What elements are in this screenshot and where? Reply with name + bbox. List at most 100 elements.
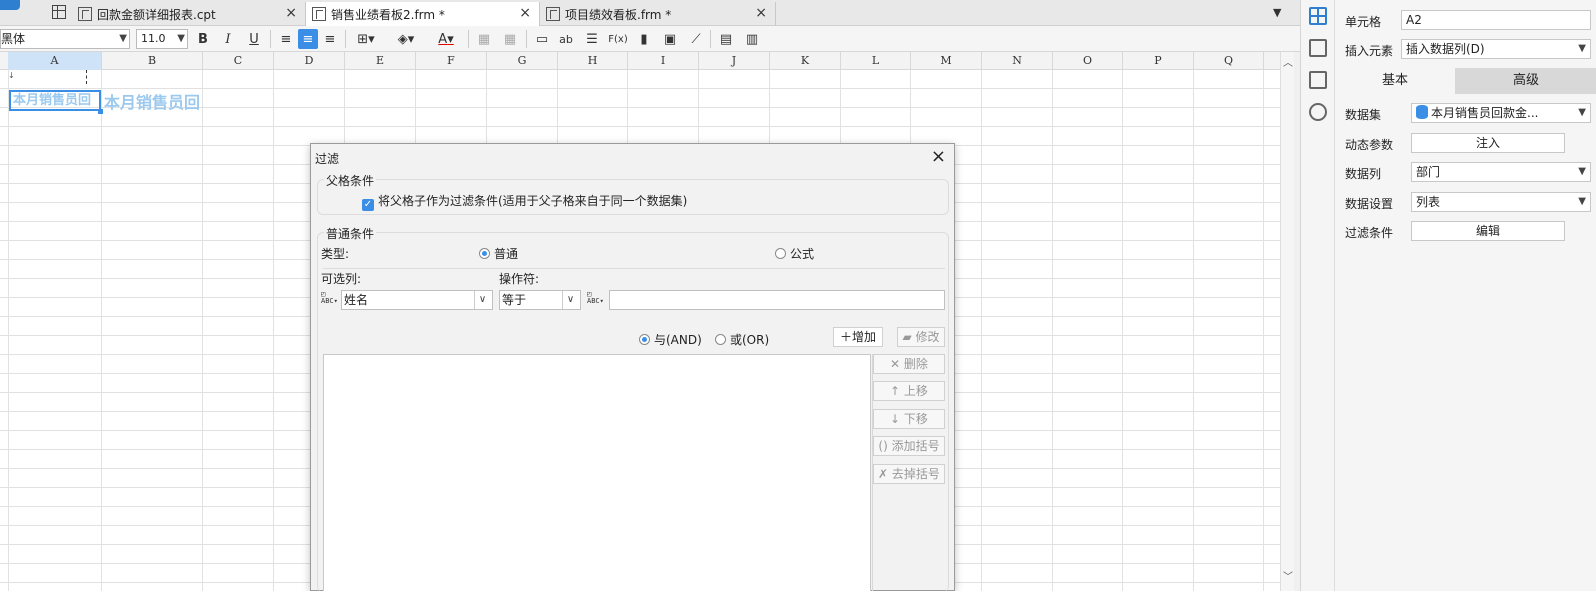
align-right-icon[interactable]: ≡ [320,29,340,49]
merge-cells-icon[interactable]: ▦ [474,29,494,49]
column-header-l[interactable]: L [841,52,911,70]
close-icon[interactable]: × [285,5,297,21]
add-button[interactable]: ＋增加 [833,327,883,347]
column-header-b[interactable]: B [102,52,203,70]
selected-cell-a2[interactable]: 本月销售员回 [9,90,101,111]
font-size-select[interactable]: 11.0 ▼ [136,29,188,49]
hyperlink-icon[interactable] [1309,103,1327,121]
chevron-down-icon: ▼ [1578,43,1586,54]
bracket-icon: () [878,439,892,453]
cell-b2[interactable]: 本月销售员回 [104,89,200,113]
insert-formula-button[interactable]: F(x) [606,29,630,49]
border-icon[interactable]: ⊞▾ [350,29,382,49]
column-header-a[interactable]: A [8,52,102,70]
column-header-h[interactable]: H [558,52,628,70]
italic-button[interactable]: I [218,29,238,49]
column-type-icon[interactable]: ◰ ABC▾ [321,291,338,305]
cell-attributes-icon[interactable] [1309,39,1327,57]
column-header-o[interactable]: O [1053,52,1123,70]
column-select[interactable]: 姓名 ∨ [341,290,493,310]
insert-text-button[interactable]: ab [556,29,576,49]
fill-color-icon[interactable]: ◈▾ [390,29,422,49]
scroll-up-icon[interactable]: ︿ [1283,54,1293,69]
font-color-button[interactable]: A ▾ [430,29,462,49]
and-radio[interactable]: 与(AND) [639,331,702,348]
data-setting-select[interactable]: 列表 ▼ [1411,192,1591,212]
type-normal-radio[interactable]: 普通 [479,245,518,262]
cell-properties-icon[interactable] [1309,7,1327,25]
data-column-select[interactable]: 部门 ▼ [1411,162,1591,182]
normal-group-title: 普通条件 [324,225,377,242]
app-logo-icon[interactable] [0,0,20,10]
insert-datacol-icon[interactable]: ▭ [532,29,552,49]
column-header-j[interactable]: J [699,52,770,70]
value-type-icon[interactable]: ◰ ABC▾ [587,291,604,305]
bold-button[interactable]: B [193,29,213,49]
align-left-icon[interactable]: ≡ [276,29,296,49]
move-up-button[interactable]: ↑ 上移 [873,381,945,401]
edit-button[interactable]: ▰ 修改 [897,327,945,347]
close-icon[interactable]: × [519,5,531,21]
insert-element-label: 插入元素 [1345,44,1394,58]
insert-richtext-icon[interactable]: ☰ [582,29,602,49]
vertical-scrollbar[interactable]: ︿ ﹀ [1280,52,1294,591]
tab-bar: 回款金额详细报表.cpt × 销售业绩看板2.frm * × 项目绩效看板.fr… [0,0,1304,26]
font-family-select[interactable]: 黑体 ▼ [0,29,130,49]
operator-label: 操作符: [499,272,540,286]
tab-list-dropdown-icon[interactable]: ▼ [1273,6,1281,19]
dataset-select[interactable]: 本月销售员回款金... ▼ [1411,103,1591,123]
arrow-up-icon: ↑ [890,384,904,398]
tab-report-cpt[interactable]: 回款金额详细报表.cpt × [72,2,306,26]
column-header-m[interactable]: M [911,52,982,70]
insert-element-select[interactable]: 插入数据列(D) ▼ [1401,39,1591,59]
column-header-d[interactable]: D [274,52,345,70]
condition-list[interactable] [323,354,871,591]
filter-condition-label: 过滤条件 [1345,226,1394,240]
scroll-down-icon[interactable]: ﹀ [1283,568,1293,583]
parent-group-title: 父格条件 [324,172,377,189]
sub-report-icon[interactable]: ▤ [716,29,736,49]
column-header-f[interactable]: F [416,52,487,70]
format-painter-icon[interactable]: ▥ [742,29,762,49]
underline-button[interactable]: U [244,29,264,49]
align-center-icon[interactable]: ≡ [298,29,318,49]
inject-button[interactable]: 注入 [1411,133,1565,153]
tab-basic[interactable]: 基本 [1335,68,1455,94]
or-radio[interactable]: 或(OR) [715,331,769,348]
fill-handle[interactable] [98,109,103,114]
add-bracket-button[interactable]: () 添加括号 [873,436,945,456]
column-header-q[interactable]: Q [1194,52,1264,70]
column-header-k[interactable]: K [770,52,841,70]
delete-button[interactable]: ✕ 删除 [873,354,945,374]
column-header-p[interactable]: P [1123,52,1194,70]
type-formula-radio[interactable]: 公式 [775,245,814,262]
side-icon-strip [1300,0,1334,591]
insert-chart-icon[interactable]: ▮ [634,29,654,49]
move-down-button[interactable]: ↓ 下移 [873,409,945,429]
filter-edit-button[interactable]: 编辑 [1411,221,1565,241]
tab-label: 销售业绩看板2.frm * [331,7,445,22]
column-header-i[interactable]: I [628,52,699,70]
insert-image-icon[interactable]: ▣ [660,29,680,49]
tab-project-frm[interactable]: 项目绩效看板.frm * × [540,2,776,26]
column-header-n[interactable]: N [982,52,1053,70]
column-header-g[interactable]: G [487,52,558,70]
cell-name-input[interactable]: A2 [1401,10,1591,30]
tab-label: 项目绩效看板.frm * [565,7,672,22]
tab-sales-frm[interactable]: 销售业绩看板2.frm * × [306,2,540,26]
chevron-down-icon: ▼ [177,33,185,44]
close-icon[interactable]: × [755,5,767,21]
tab-advanced[interactable]: 高级 [1455,68,1596,94]
checkbox-checked-icon[interactable]: ✓ [362,199,374,211]
split-cells-icon[interactable]: ▦ [500,29,520,49]
widget-settings-icon[interactable] [1309,71,1327,89]
operator-select[interactable]: 等于 ∨ [499,290,581,310]
column-header-e[interactable]: E [345,52,416,70]
grid-icon[interactable] [52,5,66,19]
insert-slash-icon[interactable]: ⟋ [686,29,706,49]
remove-bracket-button[interactable]: ✗ 去掉括号 [873,464,945,484]
column-header-c[interactable]: C [203,52,274,70]
value-input[interactable] [609,290,945,310]
parent-condition-checkbox[interactable]: ✓ 将父格子作为过滤条件(适用于父子格来自于同一个数据集) [362,192,687,211]
close-icon[interactable]: × [931,146,946,167]
